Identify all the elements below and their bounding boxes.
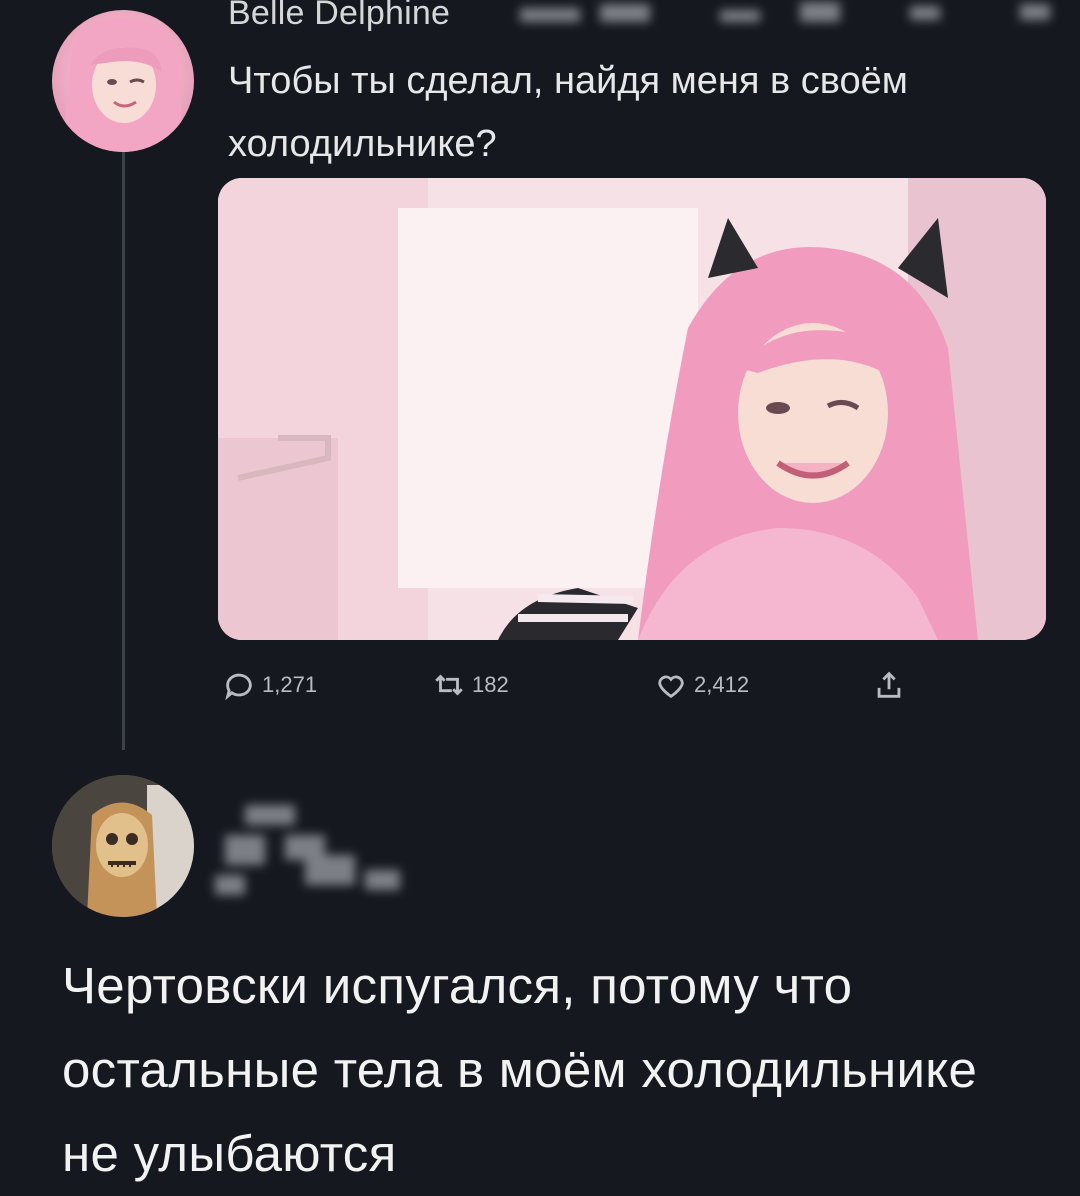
comment-icon bbox=[225, 673, 252, 701]
tweet-text: Чтобы ты сделал, найдя меня в своём холо… bbox=[228, 60, 908, 165]
heart-icon bbox=[658, 675, 684, 699]
like-count: 2,412 bbox=[694, 672, 750, 697]
thread-connector-line bbox=[122, 150, 125, 750]
retweet-icon bbox=[435, 674, 463, 696]
like-button[interactable]: 2,412 bbox=[654, 668, 749, 702]
avatar-replier[interactable] bbox=[52, 775, 194, 917]
retweet-count: 182 bbox=[472, 672, 509, 697]
avatar-image bbox=[62, 17, 182, 152]
avatar-image bbox=[52, 775, 194, 917]
tweet-media-image[interactable] bbox=[218, 178, 1046, 640]
censored-replier-name bbox=[205, 795, 415, 905]
reply-button[interactable]: 1,271 bbox=[222, 668, 317, 702]
media-illustration bbox=[218, 178, 1046, 640]
avatar-author[interactable] bbox=[52, 10, 194, 152]
censored-handle bbox=[520, 0, 1060, 30]
share-icon bbox=[877, 671, 901, 698]
tweet-actions: 1,271 182 2,412 bbox=[222, 668, 942, 718]
reply-count: 1,271 bbox=[262, 672, 318, 697]
author-name[interactable]: Belle Delphine bbox=[228, 0, 450, 33]
reply-text: Чертовски испугался, потому что остальны… bbox=[62, 957, 978, 1182]
share-button[interactable] bbox=[872, 668, 906, 702]
retweet-button[interactable]: 182 bbox=[432, 668, 509, 702]
